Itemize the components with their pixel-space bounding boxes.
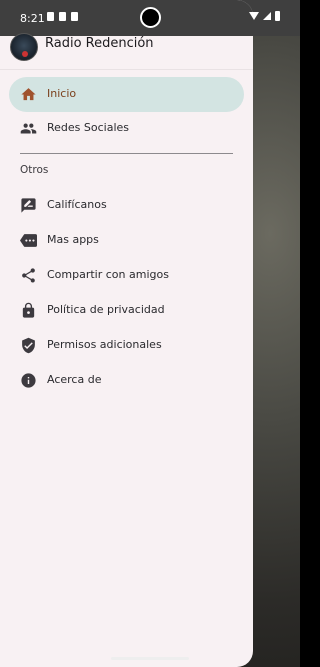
- notification-icons: [47, 12, 78, 21]
- nav-item-privacidad[interactable]: Política de privacidad: [9, 293, 244, 328]
- nav-item-label: Permisos adicionales: [47, 338, 162, 351]
- nav-item-compartir[interactable]: Compartir con amigos: [9, 258, 244, 293]
- navigation-drawer: Radio Redención Inicio Redes Sociales Ot…: [0, 0, 253, 667]
- nav-item-label: Política de privacidad: [47, 303, 165, 316]
- status-time: 8:21: [20, 12, 45, 25]
- nav-item-label: Mas apps: [47, 233, 99, 246]
- nav-item-label: Redes Sociales: [47, 121, 130, 134]
- app-logo: [10, 33, 38, 61]
- shield-check-icon: [22, 337, 35, 354]
- sim-icon: [59, 12, 66, 21]
- nav-item-label: Compartir con amigos: [47, 268, 169, 281]
- signal-icon: [263, 12, 271, 20]
- nav-item-inicio[interactable]: Inicio: [9, 77, 244, 112]
- nav-item-label: Acerca de: [47, 373, 102, 386]
- system-icons: [249, 11, 280, 21]
- camera-cutout: [140, 7, 161, 28]
- rate-icon: [21, 198, 36, 213]
- share-icon: [22, 268, 35, 283]
- nav-item-redes-sociales[interactable]: Redes Sociales: [9, 111, 244, 146]
- notification-icon: [47, 12, 54, 21]
- status-bar: 8:21: [0, 0, 300, 36]
- app-title: Radio Redención: [45, 36, 154, 51]
- drawer-header: Radio Redención: [0, 33, 253, 70]
- nav-item-permisos[interactable]: Permisos adicionales: [9, 328, 244, 363]
- divider: [20, 153, 233, 154]
- nav-item-calificanos[interactable]: Califícanos: [9, 188, 244, 223]
- nav-item-acerca-de[interactable]: Acerca de: [9, 363, 244, 398]
- wifi-icon: [249, 12, 259, 20]
- lock-icon: [22, 302, 35, 318]
- nav-item-label: Inicio: [47, 87, 77, 100]
- people-icon: [20, 123, 37, 134]
- gesture-nav-bar[interactable]: [111, 657, 189, 660]
- info-icon: [21, 373, 36, 388]
- more-apps-icon: [20, 234, 37, 247]
- nav-item-label: Califícanos: [47, 198, 107, 211]
- battery-icon: [275, 11, 280, 21]
- nav-item-mas-apps[interactable]: Mas apps: [9, 223, 244, 258]
- section-header-otros: Otros: [20, 164, 49, 176]
- notification-icon: [71, 12, 78, 21]
- home-icon: [21, 88, 36, 101]
